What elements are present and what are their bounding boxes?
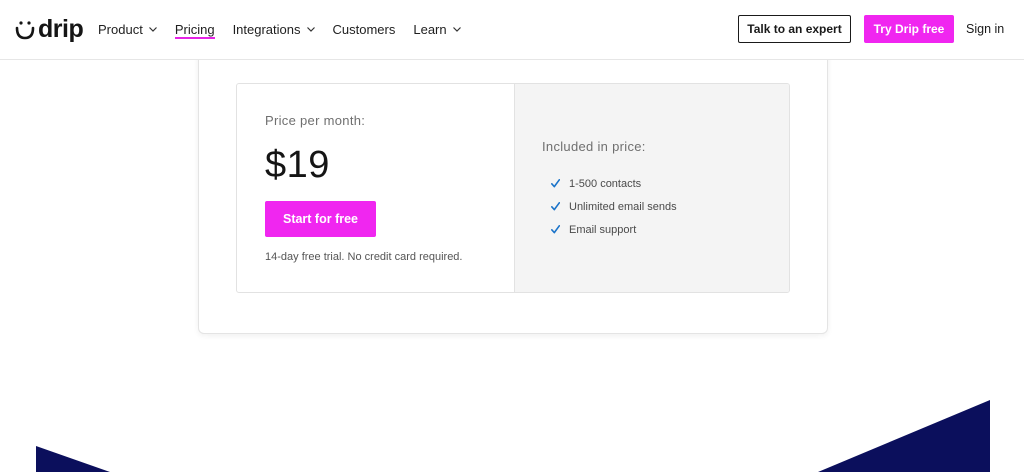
try-drip-free-button[interactable]: Try Drip free xyxy=(864,15,954,43)
feature-item: 1-500 contacts xyxy=(551,172,677,195)
nav-label: Pricing xyxy=(174,22,215,37)
logo-text: drip xyxy=(38,15,84,43)
price-value: $19 xyxy=(265,144,330,186)
feature-item: Email support xyxy=(551,218,677,241)
feature-list: 1-500 contacts Unlimited email sends Ema… xyxy=(551,172,677,241)
nav-item-integrations[interactable]: Integrations xyxy=(233,0,315,59)
decorative-navy-shapes xyxy=(36,400,990,472)
left-navy-shape xyxy=(36,446,110,472)
feature-text: Email support xyxy=(569,223,637,236)
trial-note: 14-day free trial. No credit card requir… xyxy=(265,251,463,263)
feature-text: 1-500 contacts xyxy=(569,177,642,190)
nav-item-pricing[interactable]: Pricing xyxy=(174,0,215,59)
talk-to-expert-button[interactable]: Talk to an expert xyxy=(738,15,851,43)
nav-label: Product xyxy=(98,22,143,37)
drip-logo[interactable]: drip xyxy=(14,15,84,43)
nav-item-customers[interactable]: Customers xyxy=(333,0,396,59)
feature-text: Unlimited email sends xyxy=(569,200,677,213)
nav-label: Integrations xyxy=(232,22,301,37)
chevron-down-icon xyxy=(306,27,315,32)
checkmark-icon xyxy=(551,179,560,188)
feature-item: Unlimited email sends xyxy=(551,195,677,218)
nav-item-learn[interactable]: Learn xyxy=(413,0,461,59)
included-panel: Included in price: 1-500 contacts Unlimi… xyxy=(514,84,789,292)
price-label: Price per month: xyxy=(265,113,366,128)
checkmark-icon xyxy=(551,225,560,234)
chevron-down-icon xyxy=(452,27,461,32)
chevron-down-icon xyxy=(148,27,157,32)
nav-label: Learn xyxy=(413,22,447,37)
nav-item-product[interactable]: Product xyxy=(98,0,157,59)
drip-smile-icon xyxy=(15,21,35,40)
start-for-free-button[interactable]: Start for free xyxy=(265,201,376,237)
checkmark-icon xyxy=(551,202,560,211)
page: drip Product Pricing Integrations Custom… xyxy=(0,0,1024,472)
included-label: Included in price: xyxy=(542,139,646,154)
sign-in-link[interactable]: Sign in xyxy=(966,15,1004,43)
nav-label: Customers xyxy=(332,22,396,37)
top-nav-bar: drip Product Pricing Integrations Custom… xyxy=(0,0,1024,60)
main-nav: Product Pricing Integrations Customers L… xyxy=(98,0,479,59)
pricing-card: Price per month: $19 Start for free 14-d… xyxy=(236,83,790,293)
right-navy-shape xyxy=(818,400,990,472)
